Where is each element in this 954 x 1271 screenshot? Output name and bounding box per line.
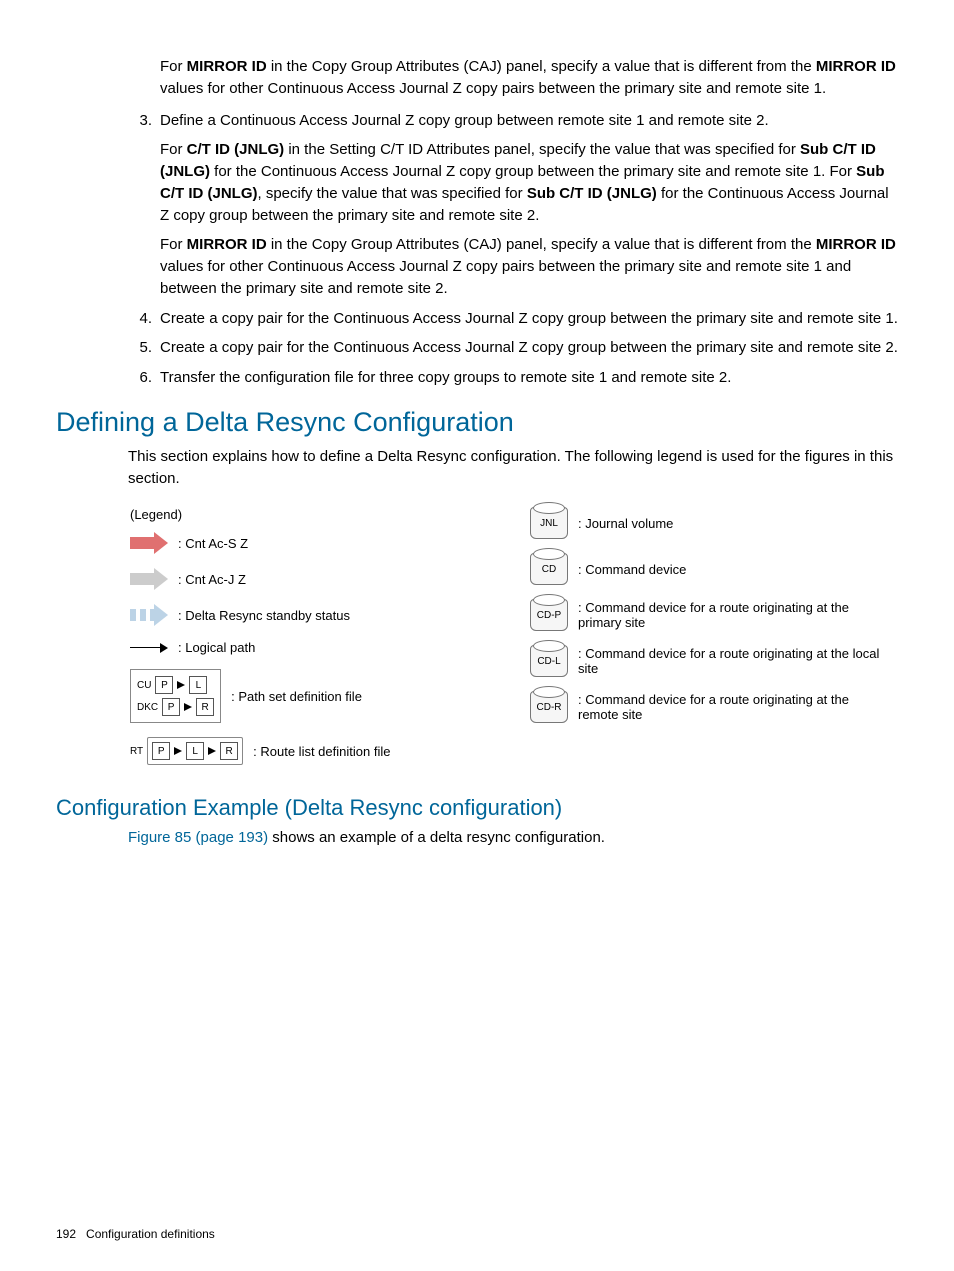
step-number: 5. [128,337,152,359]
text: For [160,58,187,75]
procedure-list: 3. Define a Continuous Access Journal Z … [128,110,898,389]
arrow-dashed-icon [130,604,168,626]
document-page: For MIRROR ID in the Copy Group Attribut… [0,0,954,1271]
disk-icon: CD-L [530,645,568,677]
term-mirror-id: MIRROR ID [816,58,896,75]
text: values for other Continuous Access Journ… [160,80,826,97]
step-lead: Define a Continuous Access Journal Z cop… [160,110,898,132]
term-mirror-id: MIRROR ID [187,236,267,253]
arrow-gray-icon [130,568,168,590]
page-footer: 192 Configuration definitions [56,1227,215,1241]
legend-item: RT PLR : Route list definition file [130,737,490,765]
figure-link[interactable]: Figure 85 (page 193) [128,829,268,846]
legend-left-column: (Legend) : Cnt Ac-S Z : Cnt Ac-J Z : Del… [130,507,490,779]
config-example-text: Figure 85 (page 193) shows an example of… [128,827,898,849]
step-detail: For MIRROR ID in the Copy Group Attribut… [160,234,898,299]
text: shows an example of a delta resync confi… [268,829,605,846]
step-lead: Transfer the configuration file for thre… [160,367,898,389]
term-mirror-id: MIRROR ID [816,236,896,253]
disk-icon: JNL [530,507,568,539]
page-number: 192 [56,1227,76,1241]
legend-item: : Cnt Ac-S Z [130,532,490,554]
step-6: 6. Transfer the configuration file for t… [128,367,898,389]
step-detail: For C/T ID (JNLG) in the Setting C/T ID … [160,139,898,226]
step-number: 4. [128,308,152,330]
legend-item: : Logical path [130,640,490,655]
step-4: 4. Create a copy pair for the Continuous… [128,308,898,330]
legend-label: : Route list definition file [253,744,490,759]
disk-icon: CD-R [530,691,568,723]
legend-label: : Command device for a route originating… [578,692,890,722]
routelist-diagram-icon: RT PLR [130,737,243,765]
footer-title: Configuration definitions [86,1227,215,1241]
disk-icon: CD-P [530,599,568,631]
legend-label: : Path set definition file [231,689,490,704]
heading-config-example: Configuration Example (Delta Resync conf… [56,795,898,821]
term-mirror-id: MIRROR ID [187,58,267,75]
legend-label: : Command device for a route originating… [578,600,890,630]
legend-right-column: JNL : Journal volume CD : Command device… [530,507,890,779]
arrow-red-icon [130,532,168,554]
legend-item: JNL : Journal volume [530,507,890,539]
step-3: 3. Define a Continuous Access Journal Z … [128,110,898,300]
heading-delta-resync: Defining a Delta Resync Configuration [56,407,898,438]
pathset-diagram-icon: CUPL DKCPR [130,669,221,723]
term-subctid: Sub C/T ID (JNLG) [527,185,657,202]
legend-label: : Delta Resync standby status [178,608,490,623]
step-lead: Create a copy pair for the Continuous Ac… [160,308,898,330]
text: in the Copy Group Attributes (CAJ) panel… [267,58,816,75]
step-number: 3. [128,110,152,132]
section-intro: This section explains how to define a De… [128,446,898,490]
legend-label: : Journal volume [578,516,890,531]
legend-label: : Logical path [178,640,490,655]
legend-item: : Delta Resync standby status [130,604,490,626]
legend-item: CUPL DKCPR : Path set definition file [130,669,490,723]
legend-label: : Command device for a route originating… [578,646,890,676]
paragraph: For MIRROR ID in the Copy Group Attribut… [160,56,898,100]
legend-label: : Cnt Ac-J Z [178,572,490,587]
legend-title: (Legend) [130,507,490,522]
legend-item: CD-L : Command device for a route origin… [530,645,890,677]
legend-item: CD-R : Command device for a route origin… [530,691,890,723]
legend-figure: (Legend) : Cnt Ac-S Z : Cnt Ac-J Z : Del… [130,507,890,779]
arrow-line-icon [130,641,168,655]
legend-item: CD-P : Command device for a route origin… [530,599,890,631]
legend-label: : Command device [578,562,890,577]
step-number: 6. [128,367,152,389]
legend-label: : Cnt Ac-S Z [178,536,490,551]
legend-item: : Cnt Ac-J Z [130,568,490,590]
legend-item: CD : Command device [530,553,890,585]
step-5: 5. Create a copy pair for the Continuous… [128,337,898,359]
step-lead: Create a copy pair for the Continuous Ac… [160,337,898,359]
term-ctid: C/T ID (JNLG) [187,141,285,158]
disk-icon: CD [530,553,568,585]
